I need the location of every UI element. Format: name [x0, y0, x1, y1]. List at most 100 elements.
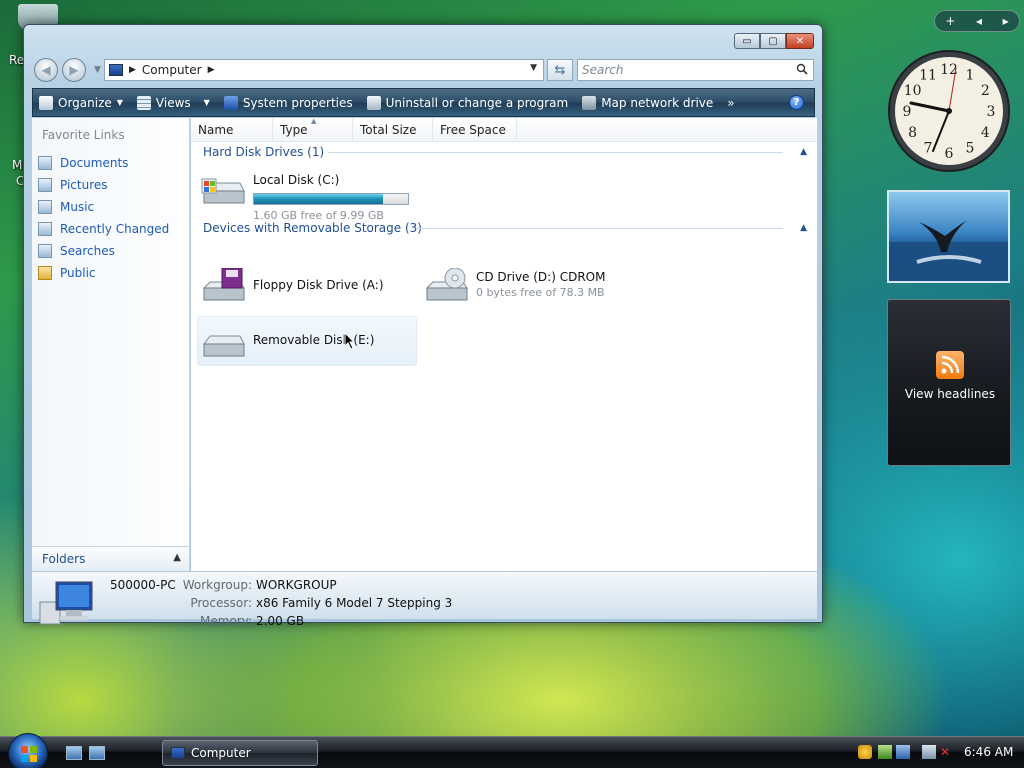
drive-item-d[interactable]: CD Drive (D:) CDROM 0 bytes free of 78.3… — [423, 268, 653, 308]
breadcrumb-arrow-icon[interactable]: ▶ — [129, 65, 136, 75]
taskbar-button-computer[interactable]: Computer — [162, 740, 318, 766]
slideshow-gadget[interactable] — [887, 190, 1010, 283]
network-status-icon[interactable] — [896, 745, 910, 759]
folders-toggle[interactable]: Folders ▲ — [32, 546, 190, 571]
memory-value: 2.00 GB — [256, 614, 305, 628]
switch-windows-icon[interactable] — [89, 746, 105, 760]
clock-numeral: 7 — [924, 140, 933, 156]
link-label: Recently Changed — [60, 222, 170, 236]
views-button[interactable]: Views ▼ — [136, 95, 210, 110]
maximize-button[interactable]: ▢ — [760, 33, 786, 49]
favorite-link-documents[interactable]: Documents — [38, 152, 169, 174]
desktop-icon-label[interactable]: Re — [9, 53, 24, 67]
collapse-group-icon[interactable]: ▲ — [800, 147, 807, 157]
clock-gadget[interactable]: 12 1234567891011 — [886, 48, 1012, 174]
rss-feed-icon — [936, 351, 964, 379]
recently-changed-icon — [38, 222, 52, 236]
details-pane: 500000-PC Workgroup: WORKGROUP Processor… — [32, 571, 817, 628]
map-network-drive-label: Map network drive — [601, 95, 714, 110]
drive-name: Removable Disk (E:) — [253, 333, 375, 347]
breadcrumb-arrow-icon[interactable]: ▶ — [208, 65, 215, 75]
group-header-removable[interactable]: Devices with Removable Storage (3) — [203, 218, 422, 238]
view-headlines-link[interactable]: View headlines — [888, 387, 1012, 401]
group-divider — [417, 228, 783, 229]
drive-free-space: 0 bytes free of 78.3 MB — [476, 286, 605, 299]
favorite-link-music[interactable]: Music — [38, 196, 169, 218]
add-gadget-button[interactable]: + — [945, 14, 955, 28]
favorite-links-list: Documents Pictures Music Recently Change… — [38, 152, 169, 284]
favorite-link-public[interactable]: Public — [38, 262, 169, 284]
column-header-type[interactable]: ▲ Type — [273, 117, 353, 142]
file-list: Name ▲ Type Total Size Free Space Hard D… — [191, 117, 817, 571]
previous-page-button[interactable]: ◂ — [976, 14, 982, 28]
windows-update-icon[interactable] — [878, 745, 892, 759]
views-icon — [136, 95, 151, 110]
drive-item-e[interactable]: Removable Disk (E:) — [200, 326, 410, 366]
drive-item-c[interactable]: Local Disk (C:) 1.60 GB free of 9.99 GB — [200, 173, 460, 222]
show-desktop-icon[interactable] — [66, 746, 82, 760]
collapse-group-icon[interactable]: ▲ — [800, 223, 807, 233]
network-connection-icon[interactable] — [922, 745, 936, 759]
drive-name: CD Drive (D:) CDROM — [476, 270, 606, 284]
clock-numeral: 6 — [945, 146, 954, 162]
memory-label: Memory: — [200, 614, 252, 628]
sort-indicator-icon: ▲ — [311, 117, 317, 125]
refresh-button[interactable]: ⇆ — [547, 59, 573, 81]
column-header-free-space[interactable]: Free Space — [433, 118, 517, 142]
favorite-link-recently-changed[interactable]: Recently Changed — [38, 218, 169, 240]
cd-drive-icon — [425, 268, 468, 301]
next-page-button[interactable]: ▸ — [1003, 14, 1009, 28]
group-header-hard-disk[interactable]: Hard Disk Drives (1) — [203, 142, 324, 162]
link-label: Pictures — [60, 178, 108, 192]
column-header-name[interactable]: Name — [191, 118, 273, 142]
back-button[interactable]: ◀ — [34, 58, 58, 82]
security-shield-icon[interactable] — [858, 745, 872, 759]
explorer-window: ▭ ▢ ✕ ◀ ▶ ▼ ▶ Computer ▶ ▼ ⇆ Search Orga… — [23, 24, 823, 628]
favorite-link-pictures[interactable]: Pictures — [38, 174, 169, 196]
address-dropdown-icon[interactable]: ▼ — [530, 63, 537, 73]
help-button[interactable]: ? — [789, 95, 804, 110]
taskbar-button-label: Computer — [191, 746, 251, 760]
drive-name: Local Disk (C:) — [253, 173, 340, 187]
favorite-link-searches[interactable]: Searches — [38, 240, 169, 262]
map-network-drive-button[interactable]: Map network drive — [582, 95, 714, 110]
address-bar[interactable]: ▶ Computer ▶ ▼ — [104, 59, 544, 81]
close-button[interactable]: ✕ — [786, 33, 814, 49]
search-input[interactable]: Search — [577, 59, 814, 81]
system-clock[interactable]: 6:46 AM — [964, 745, 1013, 759]
refresh-icon: ⇆ — [554, 62, 566, 78]
system-properties-button[interactable]: System properties — [223, 95, 353, 110]
link-label: Public — [60, 266, 96, 280]
uninstall-program-button[interactable]: Uninstall or change a program — [366, 95, 568, 110]
clock-numeral: 5 — [966, 140, 975, 156]
hard-drive-icon — [201, 178, 245, 204]
navigation-pane: Favorite Links Documents Pictures Music … — [32, 118, 190, 546]
desktop-icon-label[interactable]: M — [12, 158, 22, 172]
drive-item-a[interactable]: Floppy Disk Drive (A:) — [200, 268, 410, 308]
organize-button[interactable]: Organize ▼ — [39, 95, 123, 110]
views-label: Views — [155, 95, 191, 110]
feed-headlines-gadget[interactable]: View headlines — [887, 299, 1011, 466]
column-header-type-label: Type — [280, 123, 308, 137]
link-label: Music — [60, 200, 95, 214]
back-arrow-icon: ◀ — [41, 63, 51, 77]
removable-disk-icon — [203, 335, 245, 357]
favorite-links-title: Favorite Links — [42, 128, 125, 142]
column-header-total-size[interactable]: Total Size — [353, 118, 433, 142]
command-toolbar: Organize ▼ Views ▼ System properties Uni… — [32, 88, 815, 117]
group-divider — [328, 152, 783, 153]
recent-pages-dropdown[interactable]: ▼ — [94, 65, 101, 75]
drive-name: Floppy Disk Drive (A:) — [253, 278, 384, 292]
organize-icon — [39, 95, 53, 110]
start-button[interactable] — [8, 733, 48, 768]
caption-buttons: ▭ ▢ ✕ — [734, 33, 814, 49]
search-icon[interactable] — [796, 63, 808, 75]
capacity-bar-fill — [254, 194, 384, 204]
forward-button[interactable]: ▶ — [62, 58, 86, 82]
whale-tail-image — [889, 220, 1008, 281]
computer-icon — [109, 64, 123, 76]
volume-muted-icon[interactable]: ✕ — [940, 745, 954, 759]
breadcrumb-computer[interactable]: Computer — [142, 63, 202, 77]
minimize-button[interactable]: ▭ — [734, 33, 760, 49]
toolbar-overflow-button[interactable]: » — [727, 96, 734, 110]
